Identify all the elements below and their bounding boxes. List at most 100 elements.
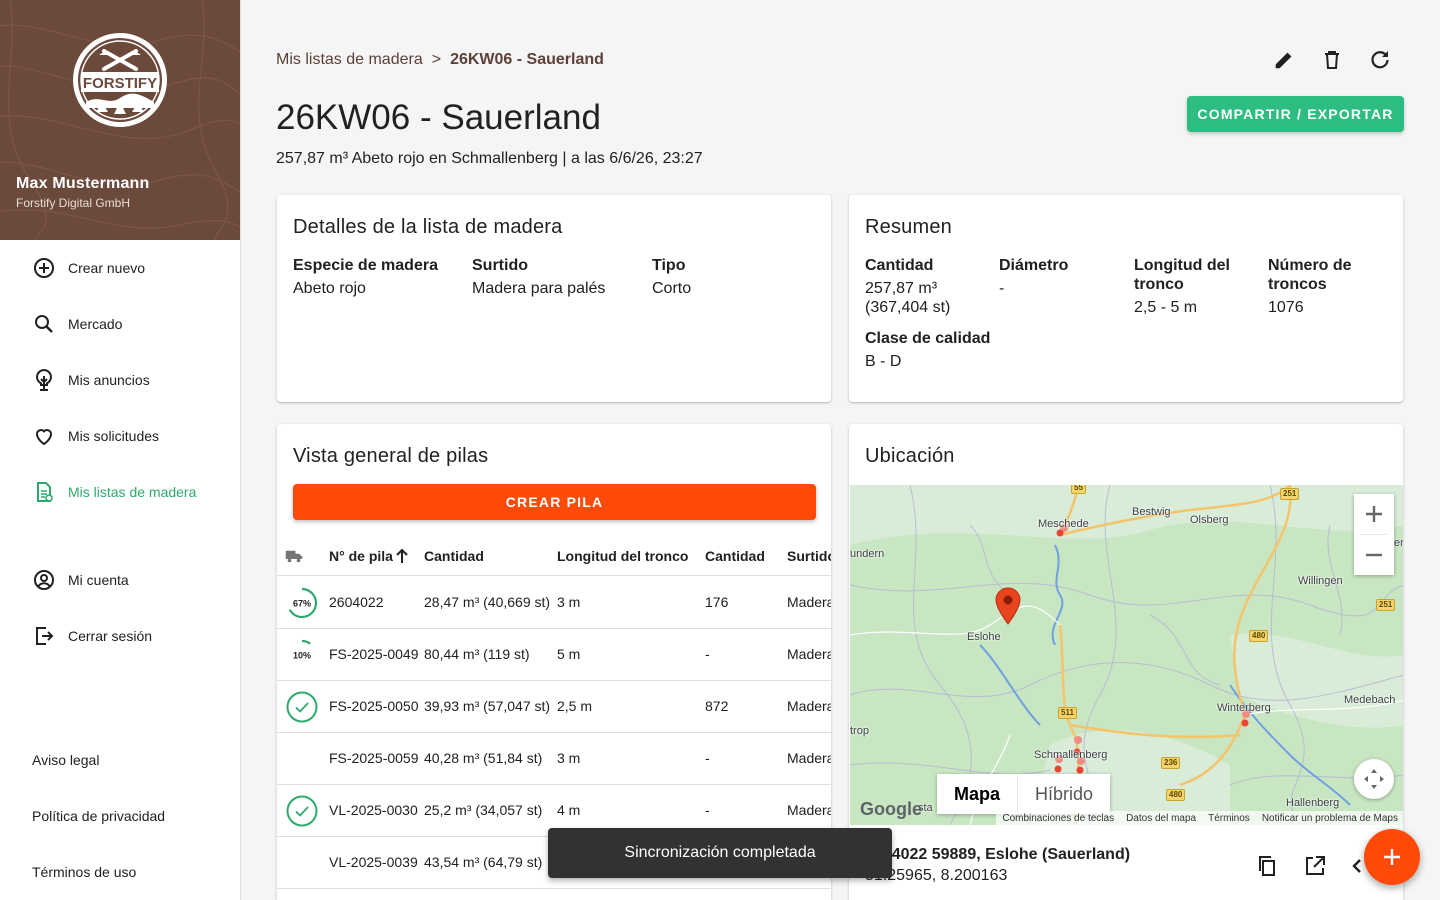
progress-label: 10% — [293, 651, 311, 661]
sidebar-header: FORSTIFY Max Mustermann Forstify Digital… — [0, 0, 240, 240]
table-row[interactable]: FS-2025-0059 40,28 m³ (51,84 st) 3 m - Mader… — [277, 733, 831, 785]
column-count[interactable]: Cantidad — [705, 548, 765, 564]
delete-icon[interactable] — [1320, 48, 1344, 72]
place-label: Eslohe — [967, 631, 1001, 643]
field-value: - — [999, 280, 1005, 297]
summary-card: Resumen Cantidad 257,87 m³ (367,404 st) … — [849, 195, 1403, 402]
cell-assortment: Madera para palés — [787, 750, 831, 766]
report-problem-link[interactable]: Notificar un problema de Maps — [1262, 813, 1398, 824]
map-attribution: Combinaciones de teclas Datos del mapa T… — [996, 811, 1403, 825]
legal-notice-link[interactable]: Aviso legal — [32, 752, 99, 768]
road-number-badge: 55 — [1071, 485, 1086, 494]
cell-count: - — [705, 750, 710, 766]
heart-icon — [35, 429, 53, 446]
recenter-control[interactable] — [1354, 759, 1394, 799]
cell-id: VL-2025-0039 — [329, 854, 418, 870]
cell-quantity: 25,2 m³ (34,057 st) — [424, 802, 543, 818]
map-type-hybrid[interactable]: Híbrido — [1017, 774, 1110, 814]
column-quantity[interactable]: Cantidad — [424, 548, 484, 564]
map-type-map[interactable]: Mapa — [937, 774, 1017, 814]
road-number-badge: 480 — [1166, 789, 1186, 801]
nav-item-my-requests[interactable]: Mis solicitudes — [0, 412, 240, 460]
summary-log-length: Longitud del tronco 2,5 - 5 m — [1134, 256, 1230, 317]
field-value: B - D — [865, 353, 902, 370]
address-line: 2604022 59889, Eslohe (Sauerland) — [865, 846, 1131, 863]
field-value: Abeto rojo — [293, 280, 366, 297]
table-row[interactable]: FS-2025-0050 39,93 m³ (57,047 st) 2,5 m 872… — [277, 681, 831, 733]
place-label: undern — [850, 548, 885, 560]
cell-count: 872 — [705, 698, 729, 714]
place-label: Winterberg — [1217, 702, 1271, 714]
zoom-control — [1354, 494, 1394, 575]
cell-quantity: 40,28 m³ (51,84 st) — [424, 750, 543, 766]
location-pin-icon[interactable] — [995, 587, 1021, 625]
timber-list-details-card: Detalles de la lista de madera Especie d… — [277, 195, 831, 402]
place-label: Bestwig — [1132, 506, 1171, 518]
user-organization: Forstify Digital GmbH — [16, 196, 131, 210]
account-icon — [34, 570, 54, 590]
zoom-out-icon[interactable] — [1364, 545, 1384, 565]
create-pile-button[interactable]: CREAR PILA — [293, 484, 816, 520]
table-row[interactable]: 67% 2604022 28,47 m³ (40,669 st) 3 m 176 Made… — [277, 577, 831, 629]
nav-item-market[interactable]: Mercado — [0, 300, 240, 348]
nav-item-my-timber-lists[interactable]: Mis listas de madera — [0, 468, 240, 516]
share-export-button[interactable]: COMPARTIR / EXPORTAR — [1187, 96, 1404, 132]
check-circle-icon — [286, 691, 318, 723]
cell-quantity: 43,54 m³ (64,79 st) — [424, 854, 543, 870]
keyboard-shortcuts-link[interactable]: Combinaciones de teclas — [1002, 813, 1114, 824]
add-fab-button[interactable] — [1364, 829, 1420, 885]
nav-item-account[interactable]: Mi cuenta — [0, 556, 240, 604]
cell-count: - — [705, 802, 710, 818]
column-assortment[interactable]: Surtido — [787, 548, 831, 564]
column-log-length[interactable]: Longitud del tronco — [557, 548, 688, 564]
cell-id: FS-2025-0059 — [329, 750, 419, 766]
nav-item-logout[interactable]: Cerrar sesión — [0, 612, 240, 660]
terms-of-use-link[interactable]: Términos de uso — [32, 864, 136, 880]
sort-ascending-icon[interactable] — [395, 548, 409, 564]
plus-circle-icon — [34, 258, 54, 278]
field-label: Tipo — [652, 257, 686, 274]
progress-ring-icon: 67% — [286, 587, 318, 619]
field-label: Surtido — [472, 257, 528, 274]
summary-log-count: Número de troncos 1076 — [1268, 256, 1352, 317]
cell-id: FS-2025-0050 — [329, 698, 419, 714]
road-number-badge: 511 — [1058, 707, 1077, 719]
edit-icon[interactable] — [1272, 48, 1296, 72]
location-card: Ubicación Meschede Bestwig Olsberg Willi… — [849, 424, 1403, 900]
field-label: Número de troncos — [1268, 257, 1352, 293]
field-value: 257,87 m³ (367,404 st) — [865, 280, 951, 316]
cell-length: 3 m — [557, 750, 581, 766]
refresh-icon[interactable] — [1368, 48, 1392, 72]
progress-label: 67% — [293, 599, 311, 609]
breadcrumb-parent[interactable]: Mis listas de madera — [276, 51, 423, 69]
table-row[interactable]: 10% FS-2025-0049 80,44 m³ (119 st) 5 m - Made… — [277, 629, 831, 681]
road-number-badge: 480 — [1249, 630, 1269, 642]
field-label: Especie de madera — [293, 257, 438, 274]
cell-count: - — [705, 646, 710, 662]
nav-item-create[interactable]: Crear nuevo — [0, 244, 240, 292]
terms-link[interactable]: Términos — [1208, 813, 1250, 824]
zoom-in-icon[interactable] — [1364, 504, 1384, 524]
cell-quantity: 28,47 m³ (40,669 st) — [424, 594, 551, 610]
nav-label: Mi cuenta — [68, 572, 129, 588]
nav-label: Crear nuevo — [68, 260, 146, 276]
coordinates: 51.25965, 8.200163 — [865, 867, 1008, 884]
place-label: Willingen — [1298, 575, 1343, 587]
forstify-logo: FORSTIFY — [73, 33, 167, 127]
column-pile-number[interactable]: N° de pila — [329, 548, 393, 564]
cell-id: 2604022 — [329, 594, 384, 610]
breadcrumb: Mis listas de madera > 26KW06 - Sauerlan… — [276, 51, 604, 69]
summary-quality-class: Clase de calidad B - D — [865, 329, 990, 371]
cell-length: 2,5 m — [557, 698, 593, 714]
privacy-policy-link[interactable]: Política de privacidad — [32, 808, 165, 824]
open-external-icon[interactable] — [1303, 854, 1327, 878]
card-title: Vista general de pilas — [293, 445, 489, 467]
nav-item-my-listings[interactable]: Mis anuncios — [0, 356, 240, 404]
map-data-link[interactable]: Datos del mapa — [1126, 813, 1196, 824]
place-label: Olsberg — [1190, 514, 1229, 526]
place-label: Hallenberg — [1286, 797, 1340, 809]
google-logo: Google — [860, 799, 922, 819]
copy-icon[interactable] — [1255, 854, 1279, 878]
map-view[interactable]: Meschede Bestwig Olsberg Willingen Eslohe Win… — [850, 485, 1403, 825]
card-title: Detalles de la lista de madera — [293, 216, 563, 238]
